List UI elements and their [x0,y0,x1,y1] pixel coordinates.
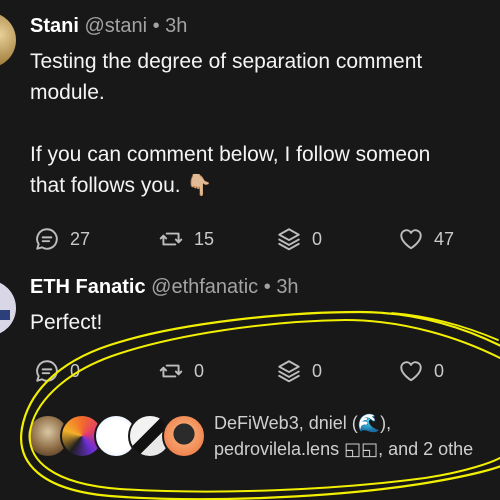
comment-icon [36,228,58,250]
like-count: 47 [434,228,455,249]
collectors-row[interactable]: DeFiWeb3, dniel (🌊), pedrovilela.lens ◱◱… [26,410,500,466]
feed-screen: Stani @stani • 3h Testing the degree of … [0,0,500,500]
mirror-icon [159,232,183,246]
post-body-stani: Testing the degree of separation comment… [30,46,430,201]
mirror-button[interactable]: 0 [158,356,204,386]
author-handle[interactable]: @stani [84,15,147,37]
collect-button[interactable]: 0 [276,224,322,254]
post-body-ethfanatic: Perfect! [30,307,102,338]
post-text-line [30,108,430,139]
author-name[interactable]: Stani [30,15,79,37]
heart-icon [400,229,422,250]
collectors-text[interactable]: DeFiWeb3, dniel (🌊), pedrovilela.lens ◱◱… [214,410,473,462]
like-button[interactable]: 47 [398,224,454,254]
post-text-line: Testing the degree of separation comment [30,50,423,73]
post-header-ethfanatic: ETH Fanatic @ethfanatic • 3h [30,276,299,299]
post-time: 3h [276,276,299,298]
post-actions-stani: 27 15 0 47 [0,224,500,254]
post-text-line: Perfect! [30,311,103,334]
collect-count: 0 [312,360,323,381]
collectors-line: DeFiWeb3, dniel (🌊), [214,413,392,433]
mirror-icon [159,364,183,378]
heart-icon [400,361,422,382]
avatar-ethfanatic[interactable] [0,280,16,336]
collect-icon [278,228,300,251]
comment-icon [36,360,58,382]
avatar-stani[interactable] [0,12,16,68]
post-time: 3h [165,15,188,37]
separator-dot: • [263,276,271,298]
comment-count: 27 [70,228,91,249]
comment-count: 0 [70,360,81,381]
collectors-line: pedrovilela.lens ◱◱, and 2 othe [214,439,474,459]
collect-count: 0 [312,228,323,249]
post-header-stani: Stani @stani • 3h [30,15,187,38]
post-text-line: that follows you. 👇🏼 [30,174,213,197]
author-handle[interactable]: @ethfanatic [151,276,258,298]
post-actions-ethfanatic: 0 0 0 0 [0,356,500,386]
collector-avatar-stack[interactable] [26,414,206,460]
mirror-count: 15 [194,228,215,249]
collector-avatar[interactable] [162,414,206,458]
post-text-line: module. [30,81,105,104]
like-button[interactable]: 0 [398,356,444,386]
author-name[interactable]: ETH Fanatic [30,276,146,298]
mirror-button[interactable]: 15 [158,224,214,254]
mirror-count: 0 [194,360,205,381]
comment-button[interactable]: 0 [34,356,80,386]
like-count: 0 [434,360,445,381]
separator-dot: • [152,15,160,37]
collect-button[interactable]: 0 [276,356,322,386]
collect-icon [278,360,300,383]
comment-button[interactable]: 27 [34,224,90,254]
post-text-line: If you can comment below, I follow someo… [30,143,431,166]
